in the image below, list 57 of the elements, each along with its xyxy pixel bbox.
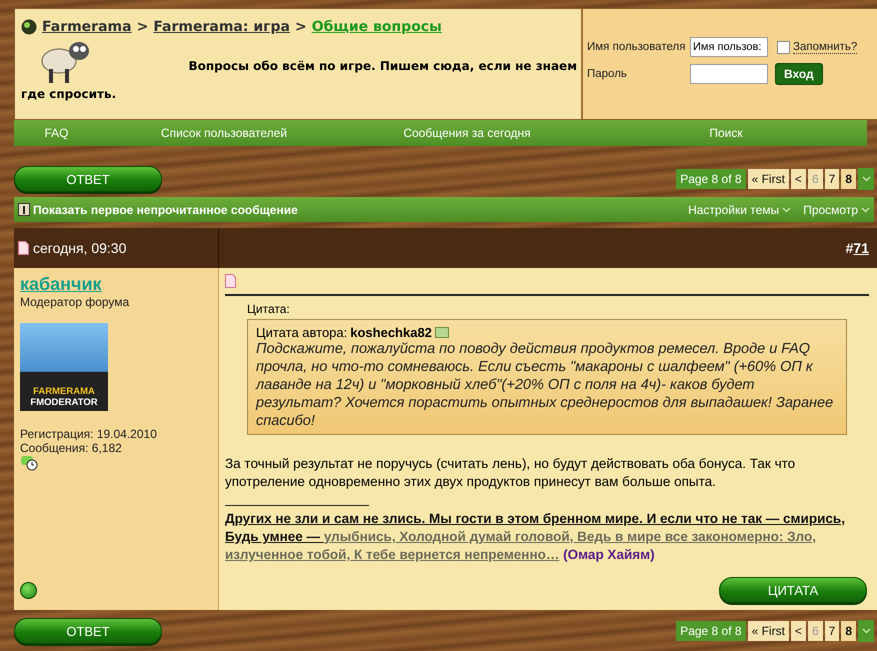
pager-dropdown[interactable]	[858, 168, 874, 190]
caret-icon	[782, 206, 792, 212]
post-icon	[18, 241, 29, 255]
password-label: Пароль	[587, 68, 628, 80]
page-link[interactable]: 7	[824, 169, 840, 189]
previous-page-link[interactable]: <	[790, 621, 806, 641]
breadcrumb-separator: >	[294, 19, 307, 35]
pager-dropdown[interactable]	[858, 620, 874, 642]
nav-link[interactable]: FAQ	[44, 126, 68, 140]
status-icon	[20, 455, 38, 471]
username-field[interactable]: Имя пользов:	[690, 37, 768, 57]
page-link[interactable]: 8	[841, 169, 856, 189]
thread-menu[interactable]: Просмотр	[803, 202, 870, 216]
page-indicator: Page 8 of 8	[676, 621, 746, 641]
first-page-link[interactable]: « First	[748, 621, 789, 641]
nav-link[interactable]: Список пользователей	[160, 126, 288, 140]
remember-label[interactable]: Запомнить?	[793, 40, 858, 54]
registration-date: Регистрация: 19.04.2010	[20, 427, 158, 441]
breadcrumb-link[interactable]: Farmerama: игра	[153, 19, 290, 35]
caret-icon	[862, 628, 870, 634]
previous-page-link[interactable]: <	[790, 169, 806, 189]
quote-author: Цитата автора: koshechka82	[256, 325, 838, 340]
breadcrumb-separator: >	[136, 19, 148, 35]
message-icon	[225, 274, 236, 288]
message-text: За точный результат не поручусь (считать лень), но будут действовать оба бонуса. Так что употреление одновременно этих двух продуктов принесут вам больше опыта.	[225, 455, 796, 491]
quote-text: Подскажите, пожалуйста по поводу действия продуктов ремесел. Вроде и FAQ прочла, но что-то сомневаюсь. Если съесть "макароны с шалфеем" (+60% ОП к лаванде на 12ч) и "морковный хлеб"(+20% ОП с поля на 4ч)- каков будет результат? Хочется порастить опытных среднеростов для выпадашек! Заранее спасибо!	[256, 340, 834, 430]
unread-icon	[18, 203, 30, 216]
page-link[interactable]: 7	[824, 621, 840, 641]
reply-button[interactable]: ОТВЕТ	[14, 618, 162, 644]
first-unread-link[interactable]: Показать первое непрочитанное сообщение	[18, 202, 298, 216]
username-label: Имя пользователя	[587, 41, 686, 53]
password-field[interactable]	[690, 64, 768, 84]
nav-link[interactable]: Поиск	[709, 126, 743, 140]
globe-icon	[21, 19, 37, 35]
forum-description: Вопросы обо всём по игре. Пишем сюда, если не знаем	[188, 59, 577, 73]
first-page-link[interactable]: « First	[748, 169, 789, 189]
page-link[interactable]: 8	[841, 621, 856, 641]
login-button[interactable]: Вход	[775, 63, 823, 85]
post-count: Сообщения: 6,182	[20, 441, 123, 455]
thread-menu[interactable]: Настройки темы	[688, 202, 792, 216]
breadcrumb-link[interactable]: Общие вопросы	[312, 19, 442, 35]
remember-checkbox[interactable]	[777, 40, 790, 54]
reply-button[interactable]: ОТВЕТ	[14, 166, 162, 192]
author-title: Модератор форума	[20, 295, 130, 309]
quote-button[interactable]: ЦИТАТА	[719, 577, 867, 603]
page-indicator: Page 8 of 8	[676, 169, 746, 189]
post-date: сегодня, 09:30	[33, 240, 126, 256]
quote-heading: Цитата:	[247, 302, 291, 316]
nav-link[interactable]: Сообщения за сегодня	[403, 126, 531, 140]
breadcrumb-link[interactable]: Farmerama	[42, 19, 132, 35]
caret-icon	[862, 176, 870, 182]
avatar-image: FARMERAMA FMODERATOR	[20, 323, 108, 411]
signature-text: Других не зли и сам не злись. Мы гости в этом бренном мире. И если что не так — смирись, Будь умнее — улыбнись, Холодной думай головой, Ведь в мире все закономерно: Зло, излученное тобой, К тебе вернется непременно… (Омар Хайям)	[225, 510, 846, 564]
forum-description: где спросить.	[21, 87, 118, 101]
view-post-icon[interactable]	[434, 327, 449, 338]
post-number: #71	[846, 240, 869, 256]
caret-icon	[861, 206, 870, 212]
